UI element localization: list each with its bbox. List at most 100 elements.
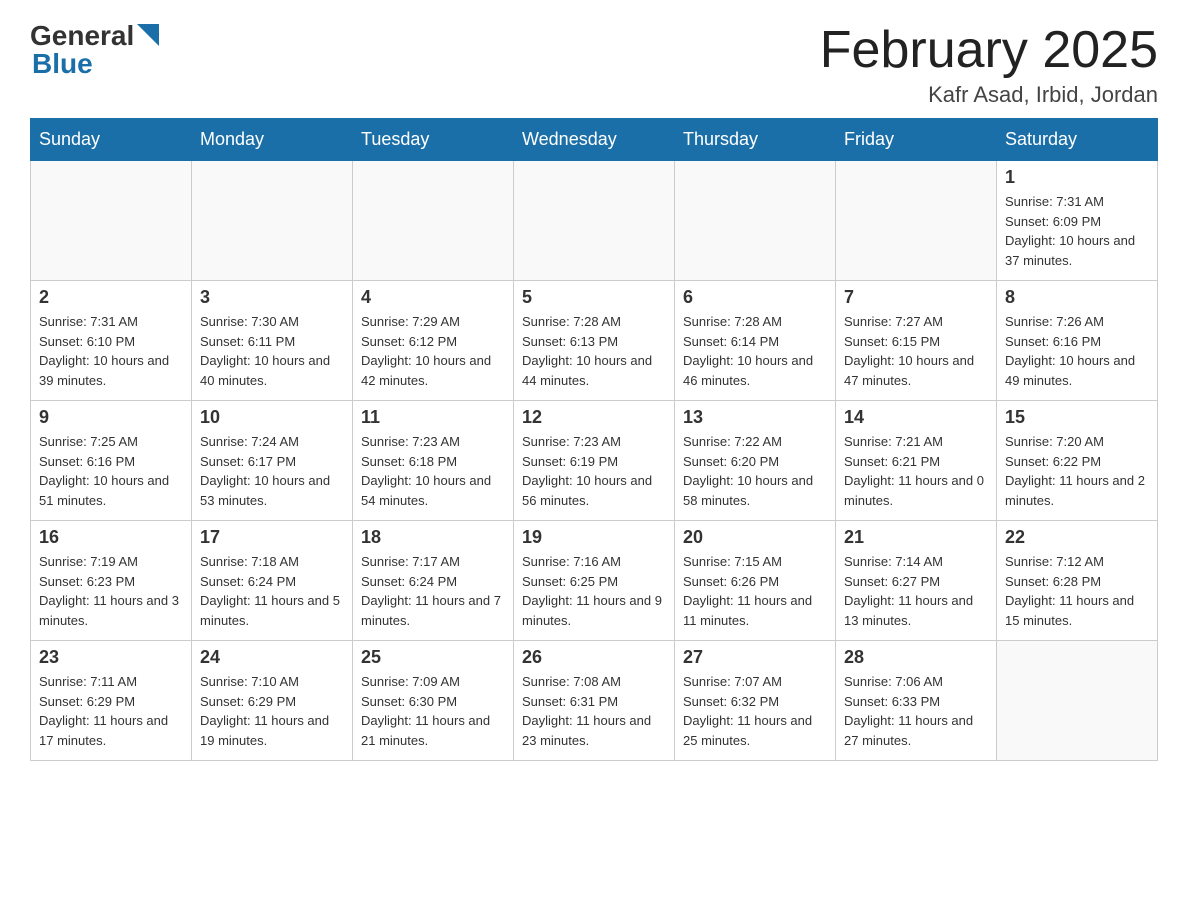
calendar-cell: 12Sunrise: 7:23 AM Sunset: 6:19 PM Dayli… (514, 401, 675, 521)
calendar-cell: 11 Sunrise: 7:23 AM Sunset: 6:18 PM Dayli… (353, 401, 514, 521)
calendar-cell: 10 Sunrise: 7:24 AM Sunset: 6:17 PM Dayli… (192, 401, 353, 521)
day-number: 20 (683, 527, 827, 548)
week-row-2: 2Sunrise: 7:31 AM Sunset: 6:10 PM Daylig… (31, 281, 1158, 401)
logo-blue-text: Blue (32, 48, 93, 80)
calendar-cell: 16 Sunrise: 7:19 AM Sunset: 6:23 PM Dayli… (31, 521, 192, 641)
calendar-cell (31, 161, 192, 281)
calendar-cell (514, 161, 675, 281)
day-number: 7 (844, 287, 988, 308)
calendar-cell: 25 Sunrise: 7:09 AM Sunset: 6:30 PM Dayli… (353, 641, 514, 761)
week-row-1: 1 Sunrise: 7:31 AM Sunset: 6:09 PM Daylig… (31, 161, 1158, 281)
calendar-cell: 7Sunrise: 7:27 AM Sunset: 6:15 PM Daylig… (836, 281, 997, 401)
day-number: 19 (522, 527, 666, 548)
day-number: 11 (361, 407, 505, 428)
week-row-5: 23 Sunrise: 7:11 AM Sunset: 6:29 PM Dayli… (31, 641, 1158, 761)
day-number: 16 (39, 527, 183, 548)
calendar-cell: 9 Sunrise: 7:25 AM Sunset: 6:16 PM Daylig… (31, 401, 192, 521)
day-info: Sunrise: 7:20 AM Sunset: 6:22 PM Dayligh… (1005, 432, 1149, 510)
page-header: General Blue February 2025 Kafr Asad, Ir… (30, 20, 1158, 108)
day-number: 23 (39, 647, 183, 668)
day-number: 26 (522, 647, 666, 668)
calendar-cell: 20 Sunrise: 7:15 AM Sunset: 6:26 PM Dayli… (675, 521, 836, 641)
calendar-cell (353, 161, 514, 281)
calendar-cell: 1 Sunrise: 7:31 AM Sunset: 6:09 PM Daylig… (997, 161, 1158, 281)
calendar-cell: 3 Sunrise: 7:30 AM Sunset: 6:11 PM Daylig… (192, 281, 353, 401)
day-number: 10 (200, 407, 344, 428)
calendar-cell: 28 Sunrise: 7:06 AM Sunset: 6:33 PM Dayli… (836, 641, 997, 761)
day-number: 13 (683, 407, 827, 428)
day-info: Sunrise: 7:25 AM Sunset: 6:16 PM Dayligh… (39, 432, 183, 510)
day-info: Sunrise: 7:21 AM Sunset: 6:21 PM Dayligh… (844, 432, 988, 510)
calendar-cell: 23 Sunrise: 7:11 AM Sunset: 6:29 PM Dayli… (31, 641, 192, 761)
calendar-header-row: Sunday Monday Tuesday Wednesday Thursday… (31, 119, 1158, 161)
calendar-cell: 15 Sunrise: 7:20 AM Sunset: 6:22 PM Dayli… (997, 401, 1158, 521)
day-info: Sunrise: 7:08 AM Sunset: 6:31 PM Dayligh… (522, 672, 666, 750)
calendar-cell: 17 Sunrise: 7:18 AM Sunset: 6:24 PM Dayli… (192, 521, 353, 641)
calendar-table: Sunday Monday Tuesday Wednesday Thursday… (30, 118, 1158, 761)
day-info: Sunrise: 7:28 AM Sunset: 6:14 PM Dayligh… (683, 312, 827, 390)
day-number: 12 (522, 407, 666, 428)
day-info: Sunrise: 7:26 AM Sunset: 6:16 PM Dayligh… (1005, 312, 1149, 390)
day-number: 15 (1005, 407, 1149, 428)
day-info: Sunrise: 7:15 AM Sunset: 6:26 PM Dayligh… (683, 552, 827, 630)
calendar-cell: 2Sunrise: 7:31 AM Sunset: 6:10 PM Daylig… (31, 281, 192, 401)
day-info: Sunrise: 7:28 AM Sunset: 6:13 PM Dayligh… (522, 312, 666, 390)
day-number: 22 (1005, 527, 1149, 548)
col-wednesday: Wednesday (514, 119, 675, 161)
day-number: 17 (200, 527, 344, 548)
col-sunday: Sunday (31, 119, 192, 161)
day-info: Sunrise: 7:19 AM Sunset: 6:23 PM Dayligh… (39, 552, 183, 630)
day-info: Sunrise: 7:09 AM Sunset: 6:30 PM Dayligh… (361, 672, 505, 750)
calendar-cell (192, 161, 353, 281)
day-number: 2 (39, 287, 183, 308)
calendar-cell (675, 161, 836, 281)
calendar-cell: 13 Sunrise: 7:22 AM Sunset: 6:20 PM Dayli… (675, 401, 836, 521)
calendar-cell: 6 Sunrise: 7:28 AM Sunset: 6:14 PM Daylig… (675, 281, 836, 401)
calendar-cell: 27 Sunrise: 7:07 AM Sunset: 6:32 PM Dayli… (675, 641, 836, 761)
day-number: 8 (1005, 287, 1149, 308)
day-info: Sunrise: 7:12 AM Sunset: 6:28 PM Dayligh… (1005, 552, 1149, 630)
day-info: Sunrise: 7:14 AM Sunset: 6:27 PM Dayligh… (844, 552, 988, 630)
day-info: Sunrise: 7:07 AM Sunset: 6:32 PM Dayligh… (683, 672, 827, 750)
calendar-cell: 14 Sunrise: 7:21 AM Sunset: 6:21 PM Dayli… (836, 401, 997, 521)
day-info: Sunrise: 7:16 AM Sunset: 6:25 PM Dayligh… (522, 552, 666, 630)
day-info: Sunrise: 7:31 AM Sunset: 6:09 PM Dayligh… (1005, 192, 1149, 270)
day-info: Sunrise: 7:18 AM Sunset: 6:24 PM Dayligh… (200, 552, 344, 630)
calendar-cell (836, 161, 997, 281)
day-number: 9 (39, 407, 183, 428)
day-number: 14 (844, 407, 988, 428)
logo-triangle-icon (137, 24, 159, 51)
day-info: Sunrise: 7:23 AM Sunset: 6:18 PM Dayligh… (361, 432, 505, 510)
calendar-cell: 26 Sunrise: 7:08 AM Sunset: 6:31 PM Dayli… (514, 641, 675, 761)
calendar-cell: 24Sunrise: 7:10 AM Sunset: 6:29 PM Dayli… (192, 641, 353, 761)
day-info: Sunrise: 7:24 AM Sunset: 6:17 PM Dayligh… (200, 432, 344, 510)
col-friday: Friday (836, 119, 997, 161)
day-number: 27 (683, 647, 827, 668)
day-number: 21 (844, 527, 988, 548)
day-number: 3 (200, 287, 344, 308)
day-info: Sunrise: 7:06 AM Sunset: 6:33 PM Dayligh… (844, 672, 988, 750)
day-number: 5 (522, 287, 666, 308)
day-number: 6 (683, 287, 827, 308)
calendar-cell: 5 Sunrise: 7:28 AM Sunset: 6:13 PM Daylig… (514, 281, 675, 401)
col-tuesday: Tuesday (353, 119, 514, 161)
calendar-cell: 21 Sunrise: 7:14 AM Sunset: 6:27 PM Dayli… (836, 521, 997, 641)
calendar-cell: 19 Sunrise: 7:16 AM Sunset: 6:25 PM Dayli… (514, 521, 675, 641)
day-number: 25 (361, 647, 505, 668)
day-number: 28 (844, 647, 988, 668)
day-number: 24 (200, 647, 344, 668)
title-area: February 2025 Kafr Asad, Irbid, Jordan (820, 20, 1158, 108)
calendar-cell: 22 Sunrise: 7:12 AM Sunset: 6:28 PM Dayli… (997, 521, 1158, 641)
day-number: 18 (361, 527, 505, 548)
calendar-cell: 4Sunrise: 7:29 AM Sunset: 6:12 PM Daylig… (353, 281, 514, 401)
day-info: Sunrise: 7:17 AM Sunset: 6:24 PM Dayligh… (361, 552, 505, 630)
day-number: 1 (1005, 167, 1149, 188)
month-title: February 2025 (820, 20, 1158, 80)
day-info: Sunrise: 7:22 AM Sunset: 6:20 PM Dayligh… (683, 432, 827, 510)
day-info: Sunrise: 7:11 AM Sunset: 6:29 PM Dayligh… (39, 672, 183, 750)
col-saturday: Saturday (997, 119, 1158, 161)
day-info: Sunrise: 7:29 AM Sunset: 6:12 PM Dayligh… (361, 312, 505, 390)
day-info: Sunrise: 7:30 AM Sunset: 6:11 PM Dayligh… (200, 312, 344, 390)
location-subtitle: Kafr Asad, Irbid, Jordan (820, 82, 1158, 108)
col-thursday: Thursday (675, 119, 836, 161)
